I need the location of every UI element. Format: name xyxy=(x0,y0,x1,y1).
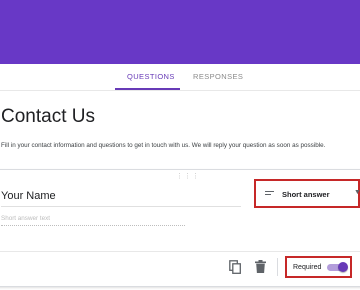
required-setting: Required xyxy=(285,256,352,278)
required-label: Required xyxy=(293,264,322,271)
tab-responses[interactable]: RESPONSES xyxy=(193,72,243,81)
form-title[interactable]: Contact Us xyxy=(1,106,95,128)
question-type-dropdown[interactable]: Short answer ▼ xyxy=(254,179,360,208)
active-tab-indicator xyxy=(115,88,180,90)
trash-icon[interactable] xyxy=(255,260,266,273)
card-footer-divider xyxy=(0,251,360,252)
question-type-label: Short answer xyxy=(282,190,330,199)
toggle-thumb xyxy=(338,262,348,272)
short-text-icon xyxy=(265,191,274,196)
chevron-down-icon: ▼ xyxy=(354,189,360,196)
tab-questions[interactable]: QUESTIONS xyxy=(127,72,175,81)
question-title-input[interactable]: Your Name xyxy=(1,190,241,207)
drag-handle-icon[interactable]: ⋮⋮⋮ xyxy=(176,173,200,180)
required-toggle[interactable] xyxy=(327,262,348,272)
footer-separator xyxy=(277,258,278,276)
form-tabs: QUESTIONS RESPONSES xyxy=(0,64,360,91)
form-description[interactable]: Fill in your contact information and que… xyxy=(1,142,325,149)
short-answer-placeholder: Short answer text xyxy=(1,215,185,226)
form-header-banner xyxy=(0,0,360,64)
copy-icon[interactable] xyxy=(229,260,241,274)
